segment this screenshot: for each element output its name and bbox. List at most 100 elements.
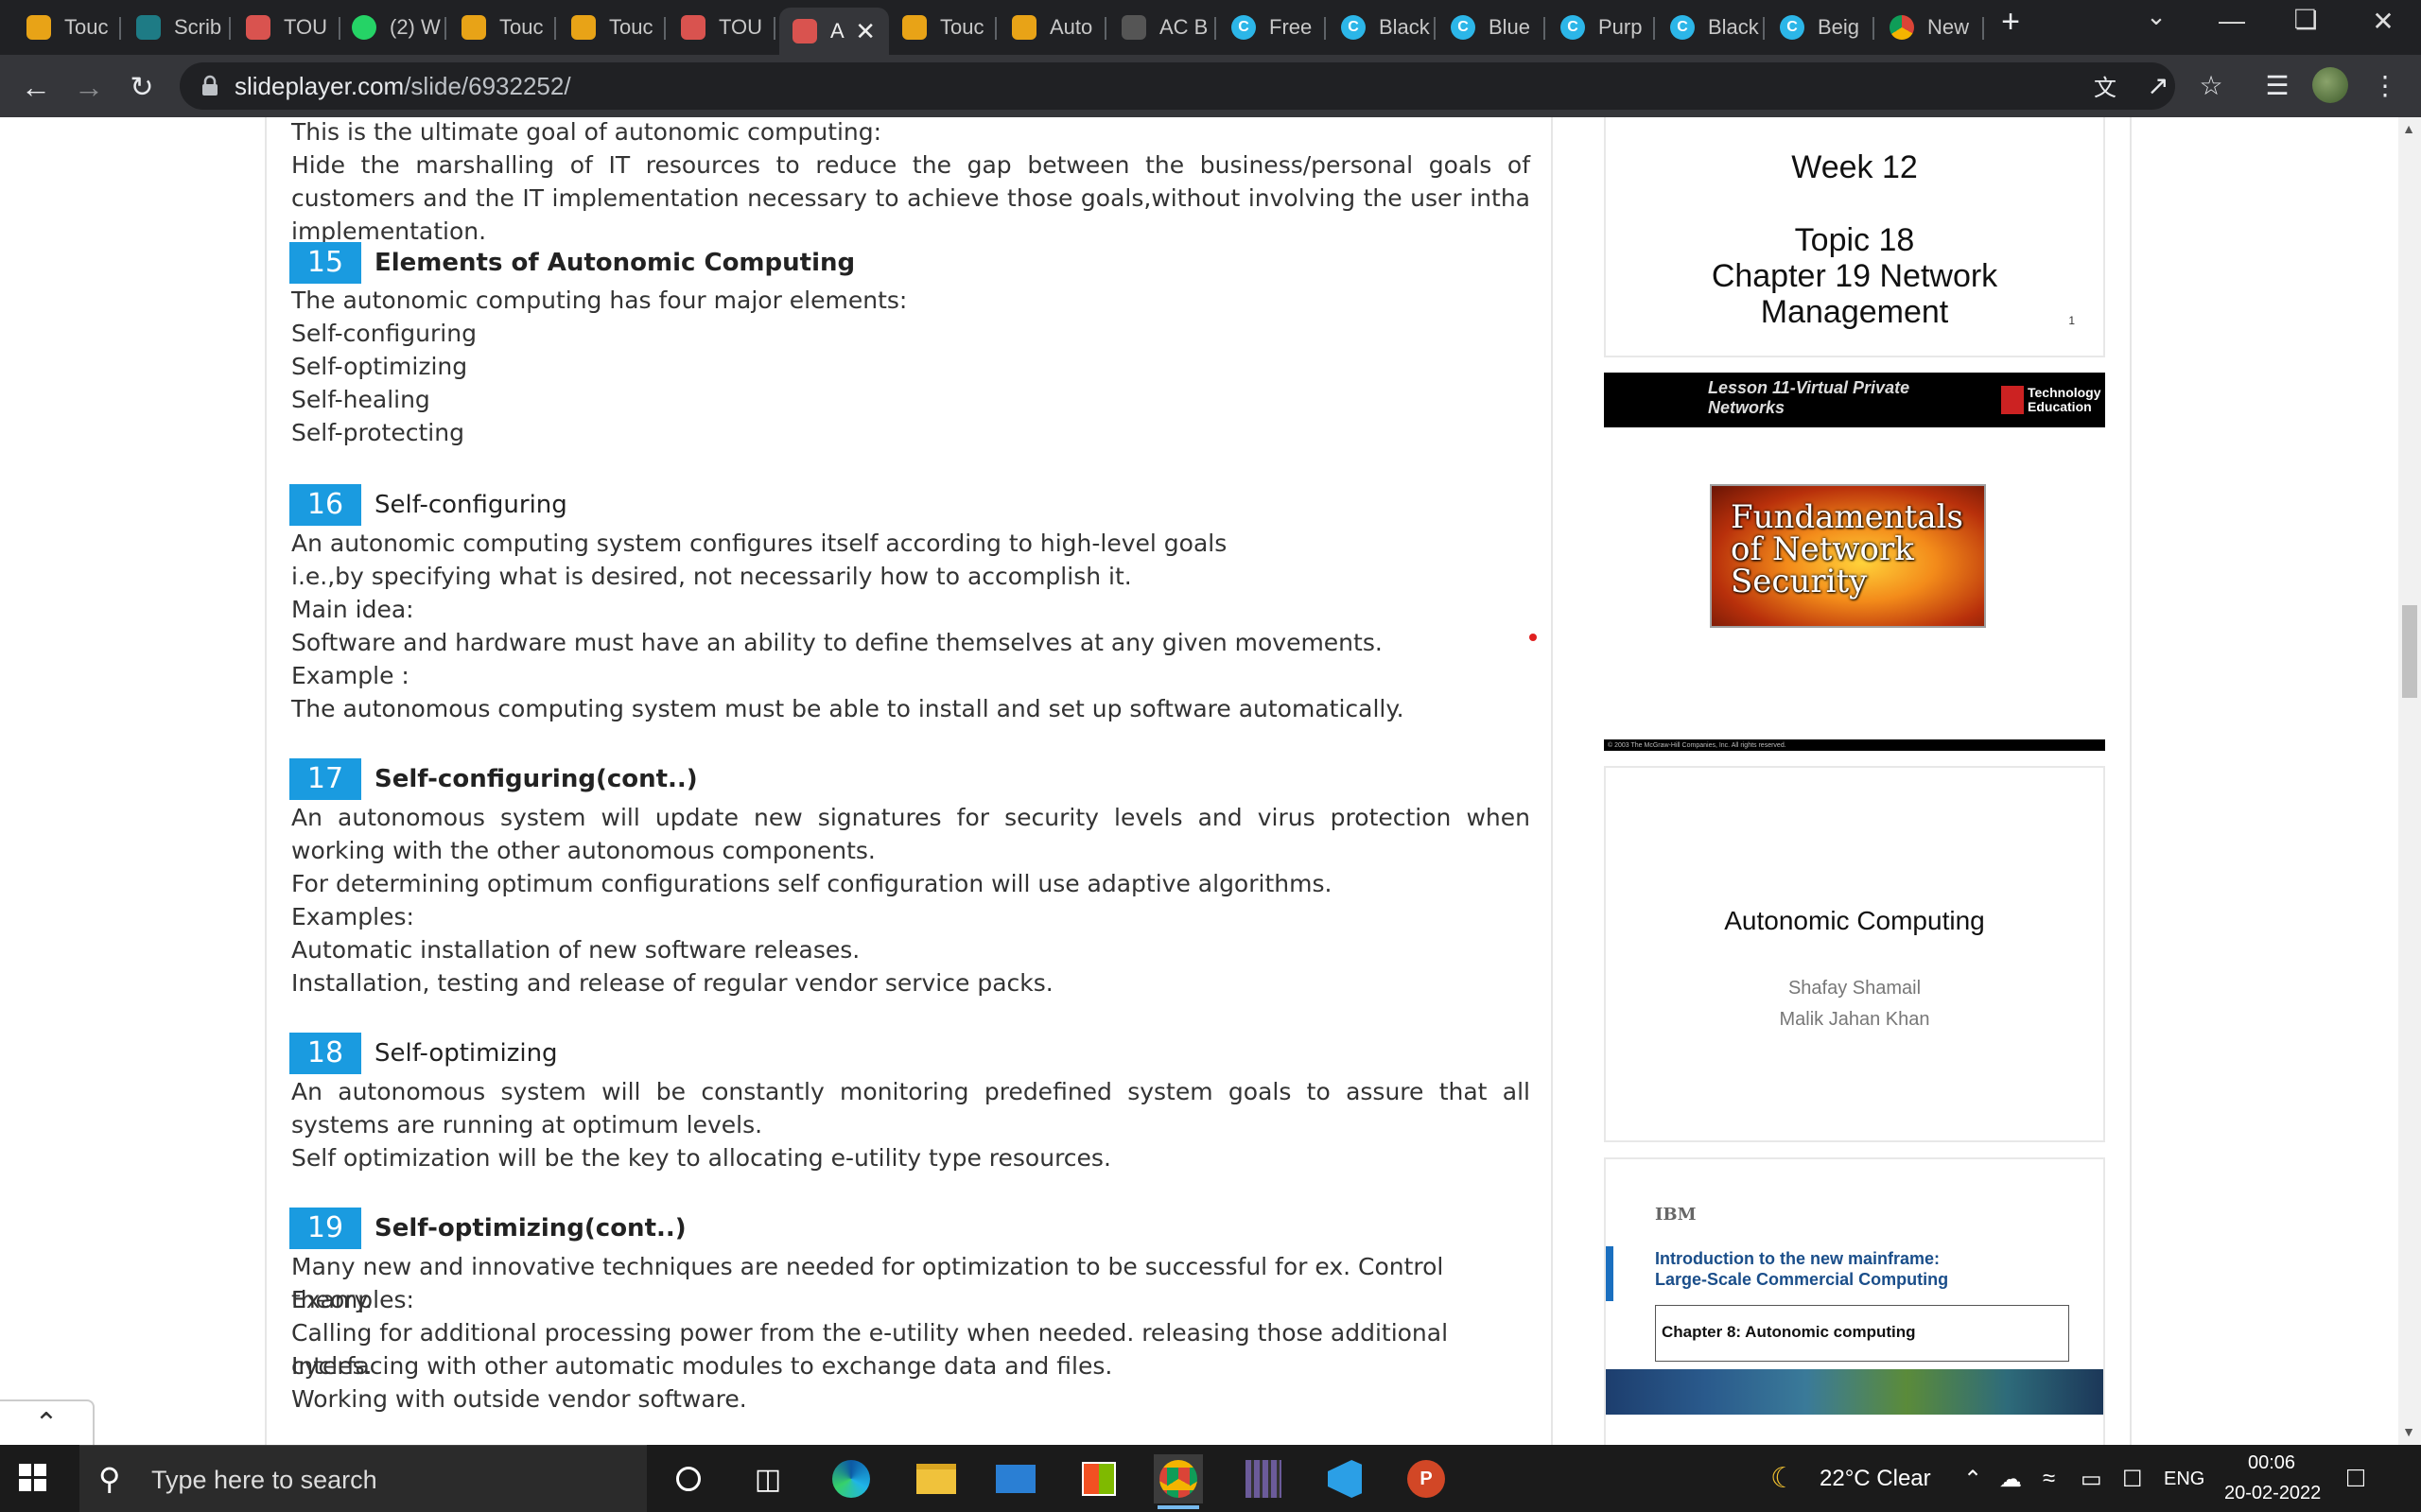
new-tab-button[interactable]: +	[1982, 4, 2039, 41]
scroll-up-arrow[interactable]: ▲	[2402, 121, 2415, 136]
cortana-icon[interactable]	[664, 1454, 713, 1503]
battery-icon[interactable]: ▭	[2081, 1466, 2102, 1493]
clock-date[interactable]: 20-02-2022	[2224, 1483, 2321, 1504]
slide-17-line: Examples:	[291, 903, 414, 930]
slide-number-17[interactable]: 17	[289, 758, 361, 800]
browser-tab[interactable]: Touc	[558, 8, 666, 47]
browser-tab[interactable]: C Black	[1328, 8, 1436, 47]
tab-label: Scrib	[174, 15, 222, 39]
browser-tab[interactable]: (2) W	[339, 8, 446, 47]
slide-16-line: Example :	[291, 662, 409, 689]
close-window-button[interactable]: ✕	[2355, 6, 2412, 37]
notification-icon[interactable]: □	[2347, 1462, 2364, 1494]
thumb-publisher: Technology Education	[2028, 385, 2101, 414]
slide-number-19[interactable]: 19	[289, 1208, 361, 1249]
chapter-box: Chapter 8: Autonomic computing	[1655, 1305, 2069, 1362]
tab-separator	[229, 17, 231, 40]
thumb-intro-line: Introduction to the new mainframe:	[1655, 1249, 1941, 1268]
address-bar[interactable]: slideplayer.com/slide/6932252/	[180, 62, 2175, 110]
powerpoint-icon[interactable]: P	[1402, 1454, 1451, 1503]
ac-icon	[1122, 15, 1146, 40]
browser-tab[interactable]: Touc	[13, 8, 121, 47]
browser-tab[interactable]: C Black	[1657, 8, 1765, 47]
thumb-intro: Introduction to the new mainframe: Large…	[1655, 1248, 1948, 1290]
edge-icon[interactable]	[827, 1454, 876, 1503]
forward-button[interactable]: →	[68, 66, 110, 108]
chrome-icon[interactable]	[1154, 1454, 1203, 1509]
browser-tab[interactable]: TOU	[668, 8, 775, 47]
restore-button[interactable]: ❏	[2277, 4, 2334, 35]
reading-list-icon[interactable]: ☰	[2258, 66, 2296, 104]
browser-tab[interactable]: Scrib	[123, 8, 231, 47]
browser-tab[interactable]: C Blue	[1437, 8, 1545, 47]
close-tab-icon[interactable]: ✕	[855, 17, 876, 46]
slide-17-line: An autonomous system will update new sig…	[291, 804, 1530, 864]
thumb-line: Chapter 19 Network	[1711, 258, 1998, 294]
browser-tab[interactable]: New	[1876, 8, 1984, 47]
tab-separator	[774, 17, 775, 40]
reload-button[interactable]: ↻	[121, 66, 163, 108]
winrar-icon[interactable]	[1239, 1454, 1288, 1503]
photo-strip	[1606, 1369, 2103, 1415]
browser-tab[interactable]: TOU	[233, 8, 340, 47]
browser-tab[interactable]: A ✕	[779, 8, 889, 55]
related-slide-thumbnail[interactable]: Week 12 Topic 18 Chapter 19 Network Mana…	[1604, 117, 2105, 357]
task-view-icon[interactable]: ◫	[743, 1454, 792, 1503]
back-to-top-button[interactable]: ⌃	[0, 1399, 95, 1445]
file-explorer-icon[interactable]	[912, 1454, 961, 1503]
slide-16-line: The autonomous computing system must be …	[291, 695, 1404, 722]
mail-icon[interactable]	[991, 1454, 1040, 1503]
lock-icon	[202, 75, 218, 96]
tab-label: Free	[1269, 15, 1313, 39]
tab-label: Touc	[940, 15, 984, 39]
device-icon[interactable]: ☐	[2122, 1466, 2143, 1493]
related-slide-thumbnail[interactable]: Autonomic Computing Shafay Shamail Malik…	[1604, 766, 2105, 1142]
slide-15-line: Self-healing	[291, 386, 430, 413]
share-icon[interactable]: ↗	[2139, 66, 2177, 104]
browser-tab[interactable]: C Purp	[1547, 8, 1655, 47]
back-button[interactable]: ←	[15, 66, 57, 108]
weather-text[interactable]: 22°C Clear	[1820, 1466, 1931, 1492]
thumb-footer-bar: © 2003 The McGraw-Hill Companies, Inc. A…	[1604, 739, 2105, 751]
slide-18-line: Self optimization will be the key to all…	[291, 1144, 1111, 1172]
browser-tab[interactable]: Touc	[448, 8, 556, 47]
slide-number-18[interactable]: 18	[289, 1033, 361, 1074]
browser-tab[interactable]: C Free	[1218, 8, 1326, 47]
slide-15-line: Self-protecting	[291, 419, 464, 446]
browser-tab[interactable]: Auto	[999, 8, 1106, 47]
slide-transcript: This is the ultimate goal of autonomic c…	[265, 117, 1553, 1445]
language-indicator[interactable]: ENG	[2164, 1469, 2204, 1490]
taskbar-search[interactable]: ⚲ Type here to search	[79, 1445, 647, 1512]
browser-tab[interactable]: Touc	[889, 8, 997, 47]
onedrive-icon[interactable]: ☁	[1999, 1466, 2022, 1493]
wifi-icon[interactable]: ≈	[2043, 1466, 2055, 1492]
browser-tab[interactable]: AC B	[1108, 8, 1216, 47]
slide-number-16[interactable]: 16	[289, 484, 361, 526]
overleaf-icon	[571, 15, 596, 40]
page-scrollbar[interactable]: ▲ ▼	[2398, 117, 2421, 1445]
translate-icon[interactable]: 文	[2086, 66, 2124, 104]
bookmark-star-icon[interactable]: ☆	[2192, 66, 2230, 104]
tab-separator	[1763, 17, 1765, 40]
slide-title-15: Elements of Autonomic Computing	[374, 249, 856, 277]
scroll-down-arrow[interactable]: ▼	[2402, 1424, 2415, 1439]
tab-label: Touc	[609, 15, 653, 39]
vscode-icon[interactable]	[1320, 1454, 1369, 1503]
minimize-button[interactable]: —	[2203, 6, 2260, 36]
intro-line-1: This is the ultimate goal of autonomic c…	[291, 118, 882, 146]
slide-17-line: For determining optimum configurations s…	[291, 870, 1332, 897]
browser-tab[interactable]: C Beig	[1767, 8, 1874, 47]
related-slide-thumbnail[interactable]: Lesson 11-Virtual Private Networks Techn…	[1604, 373, 2105, 751]
related-slide-thumbnail[interactable]: IBM Introduction to the new mainframe: L…	[1604, 1157, 2105, 1445]
store-icon[interactable]	[1074, 1454, 1123, 1503]
weather-moon-icon[interactable]: ☾	[1770, 1462, 1796, 1495]
windows-start-icon[interactable]	[19, 1464, 47, 1492]
slide-number-15[interactable]: 15	[289, 242, 361, 284]
tab-search-button[interactable]: ⌄	[2128, 2, 2185, 31]
menu-icon[interactable]: ⋮	[2366, 66, 2404, 104]
tab-separator	[1543, 17, 1545, 40]
tray-chevron-icon[interactable]: ⌃	[1963, 1466, 1982, 1493]
scroll-thumb[interactable]	[2402, 605, 2417, 698]
profile-avatar[interactable]	[2311, 66, 2349, 104]
clock-time[interactable]: 00:06	[2248, 1452, 2295, 1474]
